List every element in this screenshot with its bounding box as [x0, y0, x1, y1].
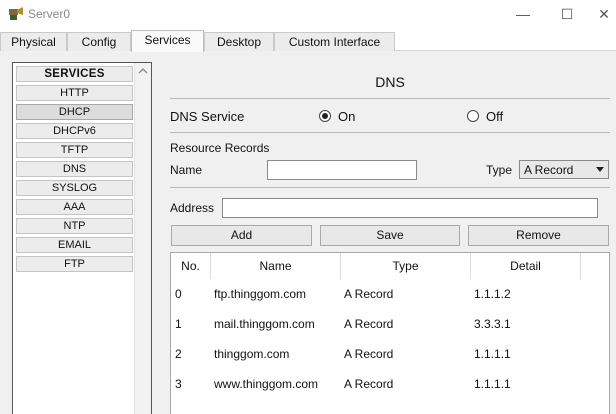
table-row[interactable]: 1 mail.thinggom.com A Record 3.3.3.1 [171, 309, 611, 339]
tab-desktop[interactable]: Desktop [204, 32, 274, 51]
tab-services[interactable]: Services [131, 30, 204, 52]
dns-on-radio[interactable] [319, 110, 331, 122]
service-tftp-button[interactable]: TFTP [16, 142, 133, 158]
chevron-down-icon [596, 167, 604, 172]
service-ntp-button[interactable]: NTP [16, 218, 133, 234]
service-email-button[interactable]: EMAIL [16, 237, 133, 253]
service-dhcpv6-button[interactable]: DHCPv6 [16, 123, 133, 139]
cell-name: www.thinggom.com [214, 377, 319, 391]
service-aaa-button[interactable]: AAA [16, 199, 133, 215]
add-button[interactable]: Add [171, 225, 312, 246]
cell-name: thinggom.com [214, 347, 290, 361]
cell-type: A Record [344, 377, 394, 391]
cell-detail: 3.3.3.1 [474, 317, 511, 331]
dns-service-label: DNS Service [170, 109, 245, 124]
table-row[interactable]: 3 www.thinggom.com A Record 1.1.1.1 [171, 369, 611, 399]
server-app-icon [9, 7, 23, 20]
services-scrollbar[interactable] [134, 63, 151, 414]
tab-config[interactable]: Config [67, 32, 131, 51]
resource-records-label: Resource Records [170, 141, 270, 155]
service-syslog-button[interactable]: SYSLOG [16, 180, 133, 196]
window-title: Server0 [28, 7, 71, 21]
close-button[interactable]: ✕ [590, 4, 616, 24]
type-label: Type [486, 163, 513, 177]
dns-off-radio[interactable] [467, 110, 479, 122]
cell-name: mail.thinggom.com [214, 317, 315, 331]
type-select-value: A Record [524, 163, 574, 177]
cell-type: A Record [344, 287, 394, 301]
name-label: Name [170, 163, 203, 177]
table-row[interactable]: 2 thinggom.com A Record 1.1.1.1 [171, 339, 611, 369]
column-header-type[interactable]: Type [341, 253, 471, 279]
cell-no: 0 [175, 287, 182, 301]
cell-no: 1 [175, 317, 182, 331]
services-header: SERVICES [16, 66, 133, 82]
address-label: Address [170, 201, 215, 215]
dns-section-title: DNS [375, 74, 405, 90]
dns-records-table: No. Name Type Detail 0 ftp.thinggom.com … [170, 252, 610, 414]
service-ftp-button[interactable]: FTP [16, 256, 133, 272]
dns-on-label: On [338, 109, 356, 124]
cell-detail: 1.1.1.1 [474, 347, 511, 361]
divider [170, 98, 610, 99]
scroll-up-arrow-icon[interactable] [138, 67, 148, 75]
divider [170, 187, 610, 188]
address-input[interactable] [222, 198, 598, 218]
type-select[interactable]: A Record [519, 160, 609, 179]
cell-detail: 1.1.1.2 [474, 287, 511, 301]
save-button[interactable]: Save [320, 225, 460, 246]
column-header-no[interactable]: No. [171, 253, 211, 279]
tab-bar: Physical Config Services Desktop Custom … [0, 30, 616, 52]
column-header-name[interactable]: Name [211, 253, 341, 279]
cell-no: 3 [175, 377, 182, 391]
name-input[interactable] [267, 160, 417, 180]
cell-type: A Record [344, 347, 394, 361]
services-panel: SERVICES HTTP DHCP DHCPv6 TFTP DNS SYSLO… [12, 62, 152, 414]
service-http-button[interactable]: HTTP [16, 85, 133, 101]
remove-button[interactable]: Remove [468, 225, 609, 246]
dns-off-label: Off [486, 109, 504, 124]
table-row[interactable]: 0 ftp.thinggom.com A Record 1.1.1.2 [171, 279, 611, 309]
cell-type: A Record [344, 317, 394, 331]
cell-no: 2 [175, 347, 182, 361]
service-dhcp-button[interactable]: DHCP [16, 104, 133, 120]
divider [170, 132, 610, 133]
column-header-detail[interactable]: Detail [471, 253, 581, 279]
tab-physical[interactable]: Physical [0, 32, 67, 51]
title-bar: Server0 — ☐ ✕ [0, 0, 616, 30]
service-dns-button[interactable]: DNS [16, 161, 133, 177]
cell-name: ftp.thinggom.com [214, 287, 307, 301]
maximize-button[interactable]: ☐ [553, 4, 581, 24]
cell-detail: 1.1.1.1 [474, 377, 511, 391]
minimize-button[interactable]: — [509, 4, 537, 24]
tab-custom-interface[interactable]: Custom Interface [274, 32, 395, 51]
